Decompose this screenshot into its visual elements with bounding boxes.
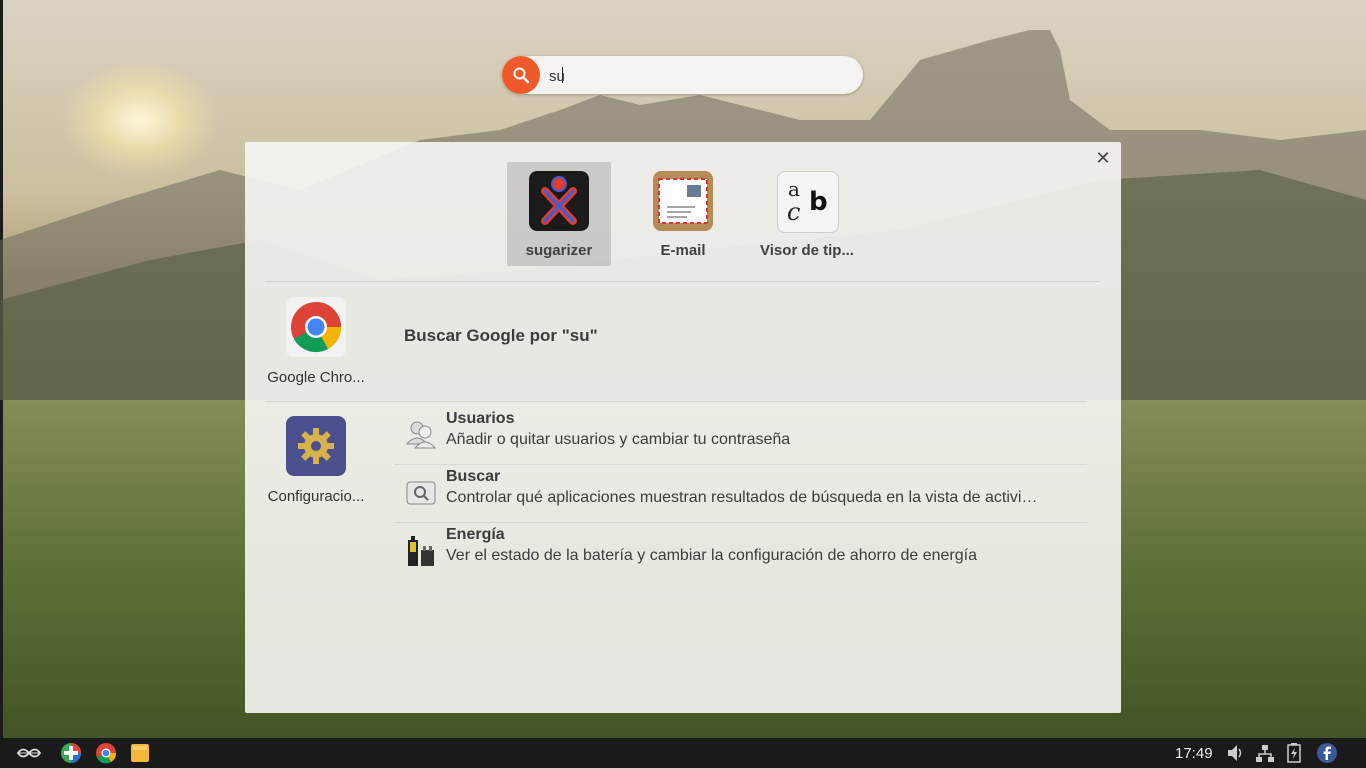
provider-settings[interactable]: Configuracio... <box>266 416 366 505</box>
power-icon <box>406 534 434 566</box>
search-results-panel: ✕ sugarizer E-mail a c b Visor de tip...… <box>245 142 1121 713</box>
divider <box>265 281 1100 282</box>
chrome-icon <box>286 297 346 357</box>
result-description: Controlar qué aplicaciones muestran resu… <box>446 489 1038 506</box>
app-tile-font-viewer[interactable]: a c b Visor de tip... <box>755 162 859 266</box>
files-icon[interactable] <box>129 742 151 764</box>
provider-chrome[interactable]: Google Chro... <box>266 297 366 386</box>
app-label: sugarizer <box>525 242 593 259</box>
provider-label: Configuracio... <box>267 488 365 505</box>
result-row-energia[interactable]: Energía Ver el estado de la batería y ca… <box>394 522 1087 578</box>
close-icon[interactable]: ✕ <box>1095 149 1111 167</box>
provider-label: Google Chro... <box>267 369 365 386</box>
result-title: Buscar <box>446 468 501 485</box>
users-icon <box>405 418 437 450</box>
search-icon[interactable] <box>502 56 540 94</box>
result-title: Usuarios <box>446 410 515 427</box>
google-search-result[interactable]: Buscar Google por "su" <box>404 326 598 346</box>
taskbar: 17:49 <box>0 738 1366 768</box>
app-tile-email[interactable]: E-mail <box>631 162 735 266</box>
settings-gear-icon <box>286 416 346 476</box>
clock[interactable]: 17:49 <box>1175 745 1213 762</box>
result-title: Energía <box>446 526 505 543</box>
network-icon[interactable] <box>1255 742 1275 764</box>
volume-icon[interactable] <box>1226 742 1244 764</box>
search-input[interactable] <box>547 65 851 87</box>
font-viewer-icon: a c b <box>777 171 839 233</box>
text-caret <box>562 67 563 83</box>
app-center-icon[interactable] <box>60 742 82 764</box>
svg-text:b: b <box>809 187 828 217</box>
app-tile-sugarizer[interactable]: sugarizer <box>507 162 611 266</box>
launcher-icon[interactable] <box>16 742 42 764</box>
search-settings-icon <box>406 476 436 508</box>
search-bar[interactable] <box>502 56 863 94</box>
svg-text:c: c <box>787 198 800 226</box>
email-icon <box>653 171 713 231</box>
sugarizer-icon <box>529 171 589 231</box>
app-label: Visor de tip... <box>760 242 854 259</box>
divider <box>265 401 1087 402</box>
result-description: Añadir o quitar usuarios y cambiar tu co… <box>446 431 791 448</box>
facebook-icon[interactable] <box>1316 742 1338 764</box>
result-description: Ver el estado de la batería y cambiar la… <box>446 547 977 564</box>
result-row-usuarios[interactable]: Usuarios Añadir o quitar usuarios y camb… <box>394 406 1087 462</box>
result-row-buscar[interactable]: Buscar Controlar qué aplicaciones muestr… <box>394 464 1087 520</box>
app-label: E-mail <box>660 242 706 259</box>
battery-icon[interactable] <box>1286 742 1302 764</box>
chrome-taskbar-icon[interactable] <box>95 742 117 764</box>
